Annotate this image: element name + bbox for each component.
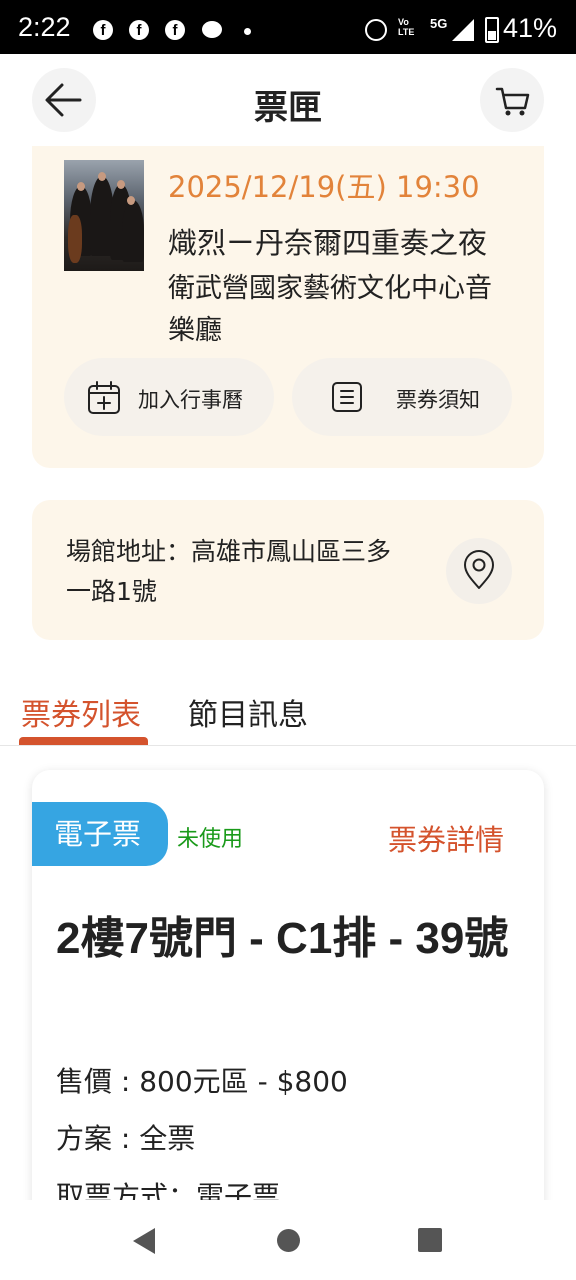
nav-recents-icon[interactable] xyxy=(418,1228,442,1252)
map-button[interactable] xyxy=(446,538,512,604)
nav-back-icon[interactable] xyxy=(133,1228,155,1254)
battery-icon xyxy=(485,17,499,43)
event-date-time: 2025/12/19(五) 19:30 xyxy=(168,170,480,204)
battery-percent: 41% xyxy=(503,13,558,43)
ticket-price: 售價 : 800元區 - $800 xyxy=(56,1065,348,1098)
volte-indicator: Vo LTE xyxy=(398,17,415,37)
event-venue: 衛武營國家藝術文化中心音樂廳 xyxy=(168,273,492,346)
ticket-type-badge: 電子票 xyxy=(32,802,168,866)
venue-address: 場館地址：高雄市鳳山區三多一路1號 xyxy=(66,537,392,606)
event-photo xyxy=(64,160,144,271)
alarm-icon xyxy=(365,19,387,41)
facebook-icon: f xyxy=(93,20,113,40)
tab-ticket-list[interactable]: 票券列表 xyxy=(21,690,141,734)
nav-home-icon[interactable] xyxy=(277,1229,300,1252)
list-document-icon xyxy=(332,382,362,412)
event-name: 熾烈ㄧ丹奈爾四重奏之夜 xyxy=(168,226,488,260)
network-type: 5G xyxy=(430,16,448,31)
calendar-add-icon xyxy=(88,381,120,414)
tab-program-info[interactable]: 節目訊息 xyxy=(188,690,308,734)
system-nav-bar xyxy=(0,1200,576,1280)
ticket-status: 未使用 xyxy=(177,827,244,852)
facebook-icon: f xyxy=(129,20,149,40)
status-time: 2:22 xyxy=(18,12,71,42)
add-calendar-label: 加入行事曆 xyxy=(138,388,243,412)
app-header: 票匣 xyxy=(0,54,576,146)
ticket-notice-label: 票券須知 xyxy=(396,388,480,412)
ticket-card[interactable]: 電子票 未使用 票券詳情 2樓7號門 - C1排 - 39號 售價 : 800元… xyxy=(32,770,544,1230)
active-tab-indicator xyxy=(19,737,148,745)
add-calendar-button[interactable]: 加入行事曆 xyxy=(64,358,274,436)
cart-icon xyxy=(495,87,530,116)
address-card: 場館地址：高雄市鳳山區三多一路1號 xyxy=(32,500,544,640)
event-card: 2025/12/19(五) 19:30 熾烈ㄧ丹奈爾四重奏之夜 衛武營國家藝術文… xyxy=(32,146,544,468)
ticket-plan: 方案 : 全票 xyxy=(56,1122,196,1155)
seat-info: 2樓7號門 - C1排 - 39號 xyxy=(56,914,509,963)
cart-button[interactable] xyxy=(480,68,544,132)
status-bar: 2:22 f f f Vo LTE 5G 41% xyxy=(0,0,576,54)
map-pin-icon xyxy=(464,550,494,589)
tab-divider xyxy=(0,745,576,746)
ticket-notice-button[interactable]: 票券須知 xyxy=(292,358,512,436)
dot-icon xyxy=(244,28,251,35)
signal-icon xyxy=(452,19,474,41)
facebook-icon: f xyxy=(165,20,185,40)
chat-icon xyxy=(202,21,222,38)
ticket-detail-link[interactable]: 票券詳情 xyxy=(388,817,504,859)
